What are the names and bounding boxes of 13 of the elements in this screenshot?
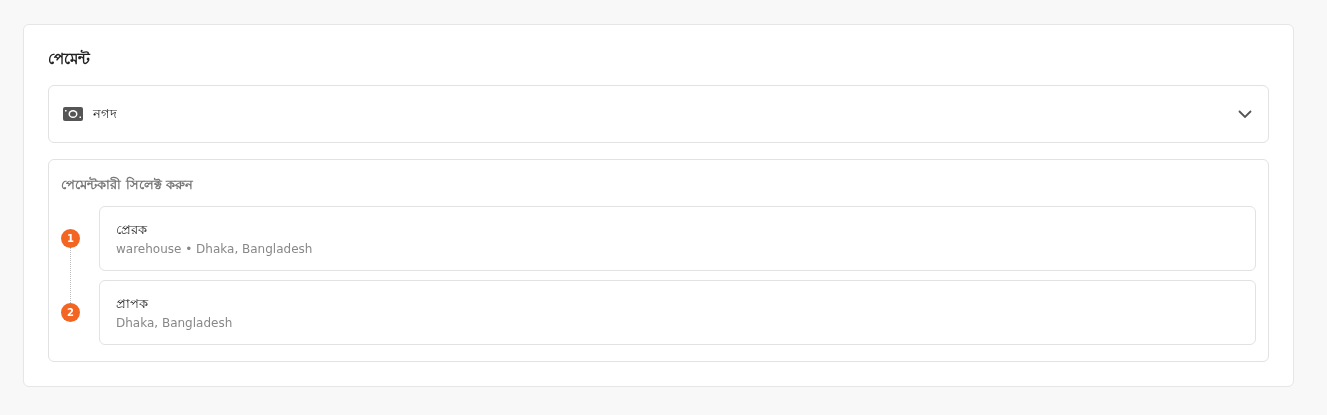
payer-option[interactable]: প্রাপক Dhaka, Bangladesh [99, 280, 1256, 345]
payer-option[interactable]: প্রেরক warehouse • Dhaka, Bangladesh [99, 206, 1256, 271]
step-number: 2 [61, 303, 80, 322]
payer-name: প্রেরক [116, 220, 148, 239]
payer-name: প্রাপক [116, 294, 149, 313]
cash-icon [63, 107, 83, 121]
payment-method-dropdown[interactable]: নগদ [48, 85, 1269, 143]
chevron-icon [1238, 110, 1252, 118]
payer-address: warehouse • Dhaka, Bangladesh [116, 240, 314, 258]
payer-address: Dhaka, Bangladesh [116, 314, 234, 332]
section-title: পেমেন্ট [48, 49, 90, 70]
step-number: 1 [61, 229, 80, 248]
panel-heading: পেমেন্টকারী সিলেক্ট করুন [61, 175, 194, 194]
